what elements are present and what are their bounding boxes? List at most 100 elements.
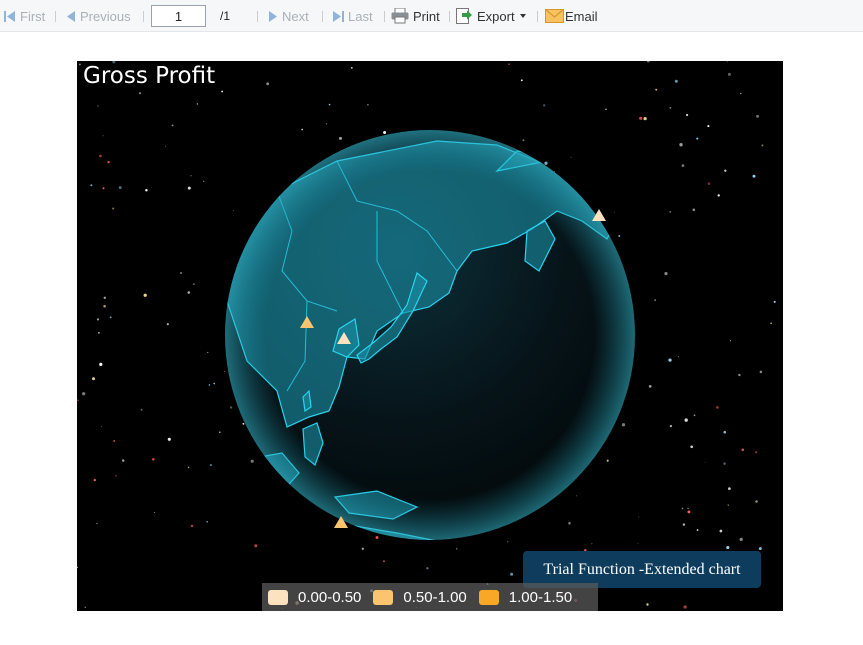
legend-swatch-low <box>268 589 288 605</box>
star <box>102 187 105 190</box>
star <box>678 356 679 358</box>
star <box>724 169 727 172</box>
star <box>726 61 728 63</box>
legend-item-mid[interactable]: 0.50-1.00 <box>373 589 467 606</box>
star <box>752 174 756 178</box>
star <box>77 566 78 569</box>
star <box>96 522 98 524</box>
star <box>655 88 658 91</box>
star <box>761 144 764 147</box>
star <box>723 462 726 465</box>
star <box>77 399 79 401</box>
star <box>207 351 209 353</box>
star <box>643 117 647 121</box>
star <box>717 194 720 197</box>
star <box>350 66 353 69</box>
star <box>726 545 730 550</box>
star <box>756 114 760 118</box>
star <box>648 385 652 388</box>
star <box>637 543 639 545</box>
star <box>190 175 192 177</box>
email-button[interactable]: Email <box>545 0 598 32</box>
star <box>99 362 103 367</box>
print-button[interactable]: Print <box>391 0 440 32</box>
star <box>375 536 379 539</box>
star <box>266 82 270 86</box>
star <box>687 510 691 514</box>
star <box>758 547 762 551</box>
last-page-button[interactable]: Last <box>332 0 373 32</box>
star <box>382 560 385 563</box>
star <box>553 171 555 172</box>
star <box>203 180 205 182</box>
star <box>383 131 387 134</box>
star <box>138 92 142 95</box>
export-button[interactable]: Export <box>456 0 527 32</box>
star <box>646 61 650 63</box>
star <box>755 451 758 454</box>
star <box>145 188 148 192</box>
star <box>143 293 147 297</box>
star <box>668 358 672 362</box>
legend-item-low[interactable]: 0.00-0.50 <box>268 589 361 606</box>
star <box>113 439 116 442</box>
page-number-input[interactable] <box>151 5 206 27</box>
legend-item-high[interactable]: 1.00-1.50 <box>478 589 572 606</box>
chevron-down-icon <box>519 14 526 18</box>
star <box>621 423 626 427</box>
star <box>456 548 458 550</box>
star <box>187 186 191 190</box>
star <box>727 504 729 506</box>
star <box>109 316 112 319</box>
star <box>103 304 106 308</box>
star <box>78 63 81 66</box>
star <box>507 541 509 543</box>
next-page-button[interactable]: Next <box>268 0 309 32</box>
star <box>646 603 649 606</box>
star <box>606 459 609 462</box>
star <box>165 145 167 147</box>
star <box>719 529 723 533</box>
star <box>729 340 731 342</box>
star <box>591 543 593 545</box>
star <box>221 90 224 93</box>
star <box>740 92 742 95</box>
star <box>171 124 174 127</box>
star <box>570 156 572 158</box>
print-label: Print <box>413 8 440 24</box>
star <box>103 296 106 299</box>
star <box>232 210 234 212</box>
star <box>250 459 254 463</box>
star <box>82 392 86 396</box>
first-page-button[interactable]: First <box>4 0 45 32</box>
star <box>100 426 102 427</box>
legend-swatch-mid <box>373 589 394 605</box>
star <box>716 406 719 409</box>
printer-icon <box>391 8 409 24</box>
star <box>229 406 233 409</box>
previous-page-button[interactable]: Previous <box>66 0 131 32</box>
star <box>696 137 699 140</box>
star <box>770 322 772 324</box>
star <box>687 507 689 510</box>
star <box>679 143 683 147</box>
globe-canvas <box>77 61 776 609</box>
star <box>682 523 686 526</box>
star <box>325 123 328 125</box>
star <box>242 422 245 425</box>
star <box>254 544 258 548</box>
star <box>522 139 525 142</box>
star <box>98 332 100 334</box>
star <box>741 448 745 452</box>
star <box>692 208 696 212</box>
report-toolbar: First Previous /1 Next Last Print <box>0 0 863 32</box>
star <box>301 128 304 131</box>
star <box>681 507 684 510</box>
star <box>613 212 615 213</box>
star <box>213 382 216 385</box>
star <box>187 466 190 469</box>
star <box>683 605 687 609</box>
star <box>723 430 727 434</box>
star <box>121 459 125 462</box>
legend-swatch-high <box>478 589 499 605</box>
